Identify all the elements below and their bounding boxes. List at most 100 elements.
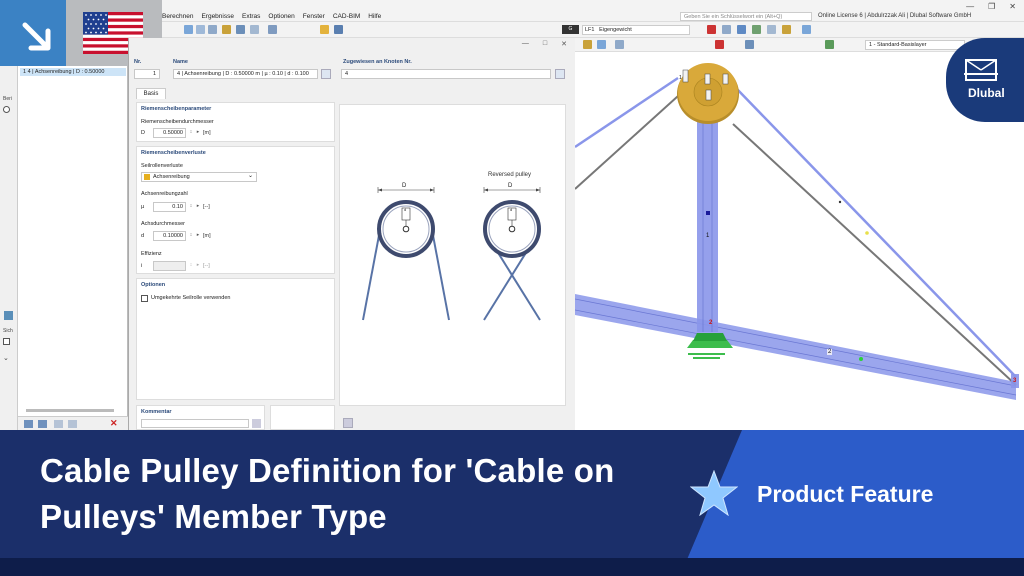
tab-basis[interactable]: Basis [136, 88, 166, 99]
friction-arrow-icon[interactable]: ▸ [195, 202, 201, 211]
menu-berechnen[interactable]: Berechnen [162, 13, 193, 20]
radio-button[interactable] [3, 106, 10, 113]
axle-input[interactable]: 0.10000 [153, 231, 186, 241]
main-toolbar: G LF1 Eigengewicht [162, 22, 1024, 38]
load-case-select[interactable]: LF1 Eigengewicht [582, 25, 690, 35]
diameter-arrow-icon[interactable]: ▸ [195, 128, 201, 137]
node-label-2: 2 [709, 320, 713, 326]
comment-edit-icon[interactable] [252, 419, 261, 428]
options-group: Optionen Umgekehrte Seilrolle verwenden [136, 278, 335, 400]
render-icon[interactable] [752, 25, 761, 34]
preview-settings-icon[interactable] [343, 418, 353, 428]
display-icon[interactable] [802, 25, 811, 34]
dialog-close-icon[interactable]: ✕ [561, 40, 567, 48]
minimize-icon[interactable]: — [966, 2, 974, 11]
view-icon[interactable] [184, 25, 193, 34]
load-icon[interactable] [320, 25, 329, 34]
left-tool-strip: Beri Sich ⌄ [0, 66, 18, 430]
cable-left-blue[interactable] [574, 76, 679, 149]
banner-title-line-2: Pulleys' Member Type [40, 498, 387, 535]
name-field[interactable]: 4 | Achsenreibung | D : 0.50000 m | µ : … [173, 69, 318, 79]
delete-icon[interactable] [707, 25, 716, 34]
node-icon[interactable] [222, 25, 231, 34]
restore-icon[interactable]: ❐ [988, 2, 995, 11]
assigned-field[interactable]: 4 [341, 69, 551, 79]
preview-axle-label-reversed: d [510, 207, 513, 212]
solid-icon[interactable] [268, 25, 277, 34]
dialog-maximize-icon[interactable]: □ [543, 40, 547, 48]
comment-input[interactable] [141, 419, 249, 428]
section-icon[interactable] [767, 25, 776, 34]
menu-fenster[interactable]: Fenster [303, 13, 325, 20]
preview-d-label-reversed: D [508, 183, 513, 189]
new-icon[interactable] [24, 420, 33, 428]
diameter-stepper[interactable]: ↕ [188, 128, 194, 137]
license-info: Online License 6 | Abdulrzzak Ali | Dlub… [818, 13, 972, 19]
cable-left-gray[interactable] [574, 86, 689, 190]
copy-icon[interactable] [745, 40, 754, 49]
snap-icon[interactable] [597, 40, 606, 49]
no-label: Nr. [134, 59, 142, 65]
axle-unit: [m] [203, 233, 211, 239]
measure-icon[interactable] [615, 40, 624, 49]
efficiency-arrow-icon: ▸ [196, 262, 200, 268]
axle-stepper[interactable]: ↕ [188, 231, 194, 240]
logo-text: Dlubal [968, 86, 1005, 100]
axle-symbol: d [141, 233, 145, 239]
search-input[interactable]: Geben Sie ein Schlüsselwort ein (Alt+Q) [680, 12, 812, 21]
visibility-icon[interactable] [825, 40, 834, 49]
menu-hilfe[interactable]: Hilfe [368, 13, 381, 20]
dlubal-logo [946, 38, 1024, 122]
product-feature-label: Product Feature [757, 481, 934, 507]
table-icon[interactable] [208, 25, 217, 34]
side-checkbox[interactable] [3, 338, 10, 345]
grid-icon[interactable] [196, 25, 205, 34]
edit-icon[interactable] [54, 420, 63, 428]
navigator-item-pulley[interactable]: 1 4 | Achsenreibung | D : 0.50000 [20, 68, 126, 76]
menu-optionen[interactable]: Optionen [268, 13, 294, 20]
rope-losses-select[interactable]: Achsenreibung [141, 172, 257, 182]
horizontal-scrollbar[interactable] [26, 409, 114, 412]
member-label-1: 1 [706, 233, 710, 239]
cs-icon[interactable] [583, 40, 592, 49]
results-icon[interactable] [334, 25, 343, 34]
star-icon [690, 470, 738, 516]
rope-losses-label: Seilrollenverluste [141, 163, 183, 169]
column-member[interactable] [697, 110, 718, 332]
friction-input[interactable]: 0.10 [153, 202, 186, 212]
window-controls: — ❐ ✕ [966, 2, 1016, 11]
cable-right-blue[interactable] [734, 86, 1017, 378]
chevron-down-icon[interactable]: ⌄ [248, 172, 253, 179]
diameter-unit: [m] [203, 130, 211, 136]
select-node-icon[interactable] [555, 69, 565, 79]
friction-stepper[interactable]: ↕ [188, 202, 194, 211]
friction-type-icon [144, 174, 150, 180]
name-edit-icon[interactable] [321, 69, 331, 79]
chevron-down-icon[interactable]: ⌄ [3, 354, 9, 362]
pulley-parameters-title: Riemenscheibenparameter [141, 106, 212, 112]
node-label-1: 1 [679, 75, 682, 81]
load-case-name: Eigengewicht [599, 27, 632, 33]
zoom-icon[interactable] [722, 25, 731, 34]
copy-item-icon[interactable] [38, 420, 47, 428]
cancel-icon[interactable] [715, 40, 724, 49]
dialog-minimize-icon[interactable]: — [522, 40, 529, 48]
menu-extras[interactable]: Extras [242, 13, 260, 20]
comment-title: Kommentar [141, 409, 172, 415]
filter-icon[interactable] [68, 420, 77, 428]
efficiency-label: Effizienz [141, 251, 162, 257]
delete-item-icon[interactable]: ✕ [110, 418, 118, 429]
select-icon[interactable] [737, 25, 746, 34]
axle-arrow-icon[interactable]: ▸ [195, 231, 201, 240]
nav-tool-icon[interactable] [4, 311, 13, 320]
side-label-beri: Beri [3, 96, 12, 102]
menu-cad-bim[interactable]: CAD-BIM [333, 13, 360, 20]
member-icon[interactable] [236, 25, 245, 34]
close-icon[interactable]: ✕ [1009, 2, 1016, 11]
surface-icon[interactable] [250, 25, 259, 34]
reverse-pulley-checkbox[interactable] [141, 295, 148, 302]
diameter-input[interactable]: 0.50000 [153, 128, 186, 138]
no-field[interactable]: 1 [134, 69, 160, 79]
support-icon[interactable] [782, 25, 791, 34]
menu-ergebnisse[interactable]: Ergebnisse [201, 13, 234, 20]
